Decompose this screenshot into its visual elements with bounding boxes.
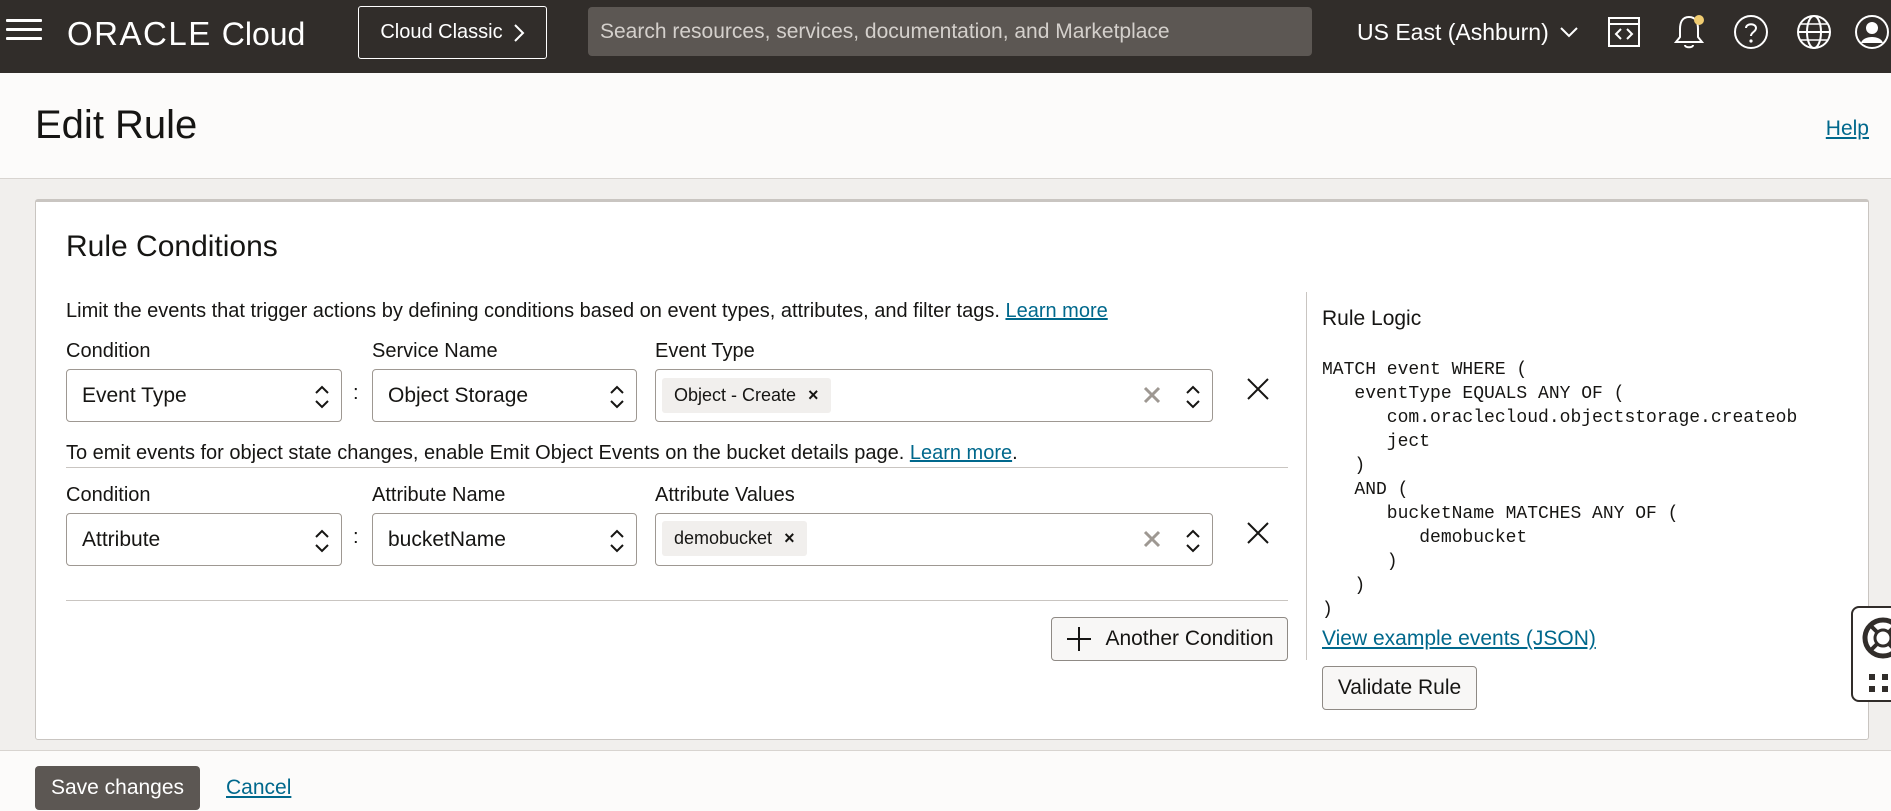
select-arrows-icon	[610, 385, 624, 409]
condition-select[interactable]: Event Type	[66, 369, 342, 422]
search-input[interactable]	[588, 7, 1312, 56]
clear-icon[interactable]	[1142, 529, 1162, 549]
service-name-select[interactable]: Object Storage	[372, 369, 637, 422]
brand-cloud: Cloud	[221, 15, 306, 52]
page-header	[0, 73, 1891, 179]
learn-more-link[interactable]: Learn more	[1005, 300, 1107, 322]
description-text: Limit the events that trigger actions by…	[66, 300, 1000, 322]
apps-grid-icon	[1869, 674, 1888, 692]
brand-oracle: ORACLE	[67, 15, 212, 52]
select-arrows-icon	[315, 529, 329, 553]
chip-label: demobucket	[674, 528, 773, 548]
attribute-name-value: bucketName	[388, 527, 506, 551]
help-link[interactable]: Help	[1826, 117, 1869, 141]
chip-label: Object - Create	[674, 385, 797, 405]
save-changes-button[interactable]: Save changes	[35, 766, 200, 810]
region-label: US East (Ashburn)	[1357, 18, 1549, 45]
chevron-down-icon	[1560, 27, 1578, 38]
hint-learn-more-link[interactable]: Learn more	[910, 442, 1012, 464]
remove-condition-icon[interactable]	[1243, 518, 1273, 548]
hint-text: To emit events for object state changes,…	[66, 442, 905, 464]
attribute-name-select[interactable]: bucketName	[372, 513, 637, 566]
condition-select[interactable]: Attribute	[66, 513, 342, 566]
select-arrows-icon	[1186, 529, 1200, 553]
another-condition-button[interactable]: Another Condition	[1051, 617, 1288, 661]
rule-logic-divider	[1306, 292, 1307, 660]
select-arrows-icon	[1186, 385, 1200, 409]
profile-icon[interactable]	[1854, 13, 1891, 51]
condition-label: Condition	[66, 484, 151, 506]
conditions-bottom-divider	[66, 600, 1288, 601]
cancel-link[interactable]: Cancel	[226, 776, 291, 800]
attribute-value-chip: demobucket ×	[662, 521, 807, 556]
plus-icon	[1067, 627, 1092, 651]
chip-remove-icon[interactable]: ×	[784, 528, 795, 549]
lifebuoy-icon	[1862, 617, 1891, 659]
code-editor-icon[interactable]	[1605, 13, 1643, 51]
colon-separator: :	[353, 526, 359, 548]
rule-logic-code: MATCH event WHERE ( eventType EQUALS ANY…	[1322, 360, 1798, 620]
top-navigation-bar: ORACLE Cloud Cloud Classic US East (Ashb…	[0, 0, 1891, 73]
chip-remove-icon[interactable]: ×	[808, 385, 819, 406]
oracle-cloud-logo[interactable]: ORACLE Cloud	[67, 14, 305, 54]
condition-divider	[66, 467, 1288, 468]
condition-value: Event Type	[82, 383, 187, 407]
cloud-classic-label: Cloud Classic	[380, 21, 503, 43]
event-type-label: Event Type	[655, 340, 755, 362]
section-title: Rule Conditions	[66, 230, 278, 263]
notifications-icon[interactable]	[1670, 13, 1708, 51]
menu-icon[interactable]	[6, 16, 42, 44]
service-name-label: Service Name	[372, 340, 498, 362]
validate-rule-label: Validate Rule	[1337, 676, 1462, 699]
rule-conditions-description: Limit the events that trigger actions by…	[66, 300, 1108, 323]
emit-events-hint: To emit events for object state changes,…	[66, 442, 1018, 465]
event-type-chip: Object - Create ×	[662, 378, 831, 413]
region-selector[interactable]: US East (Ashburn)	[1357, 14, 1579, 50]
help-icon[interactable]	[1732, 13, 1770, 51]
view-example-events-link[interactable]: View example events (JSON)	[1322, 627, 1596, 651]
language-icon[interactable]	[1795, 13, 1833, 51]
save-changes-label: Save changes	[50, 776, 185, 799]
select-arrows-icon	[315, 385, 329, 409]
select-arrows-icon	[610, 529, 624, 553]
attribute-values-label: Attribute Values	[655, 484, 795, 506]
condition-value: Attribute	[82, 527, 161, 551]
help-widget[interactable]	[1851, 606, 1891, 702]
chevron-right-icon	[513, 23, 525, 42]
attribute-name-label: Attribute Name	[372, 484, 506, 506]
another-condition-label: Another Condition	[1105, 627, 1274, 650]
cloud-classic-button[interactable]: Cloud Classic	[358, 6, 547, 59]
colon-separator: :	[353, 382, 359, 404]
hint-period: .	[1012, 442, 1018, 464]
condition-label: Condition	[66, 340, 151, 362]
rule-logic-title: Rule Logic	[1322, 307, 1422, 330]
validate-rule-button[interactable]: Validate Rule	[1322, 666, 1477, 710]
service-name-value: Object Storage	[388, 383, 529, 407]
page-title: Edit Rule	[35, 103, 198, 147]
clear-icon[interactable]	[1142, 385, 1162, 405]
remove-condition-icon[interactable]	[1243, 374, 1273, 404]
